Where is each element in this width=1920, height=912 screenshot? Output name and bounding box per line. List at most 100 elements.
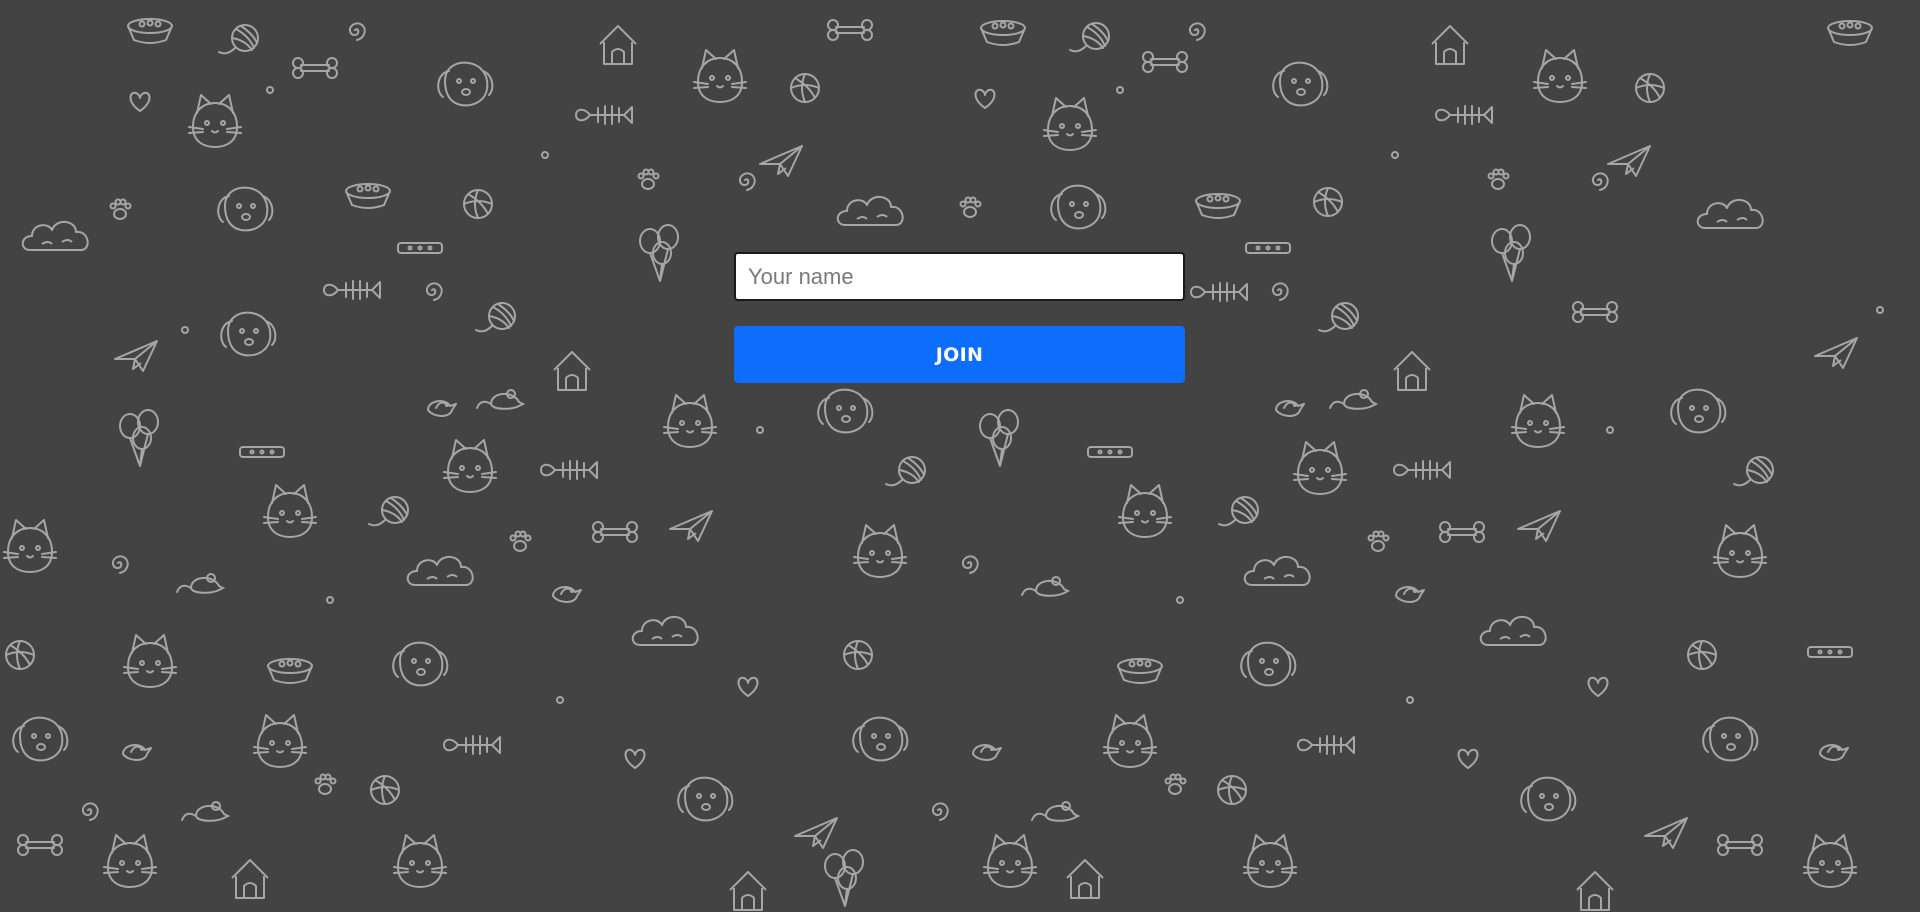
dog-icon	[1240, 641, 1297, 687]
spiral-icon	[1188, 22, 1206, 41]
join-button[interactable]: JOIN	[734, 326, 1185, 383]
ball-icon	[5, 640, 35, 670]
bone-icon	[17, 834, 63, 856]
paper-plane-icon	[1814, 337, 1858, 369]
dog-icon	[1670, 388, 1727, 434]
cat-icon	[123, 634, 177, 688]
cat-icon	[1103, 714, 1157, 768]
paw-print-icon	[109, 198, 132, 220]
dog-icon	[437, 61, 494, 107]
bone-icon	[827, 19, 873, 41]
join-form: JOIN	[734, 252, 1185, 383]
cat-icon	[188, 94, 242, 148]
mouse-icon	[1021, 576, 1069, 597]
pet-bowl-icon	[1195, 193, 1241, 219]
dot-icon	[1876, 306, 1884, 314]
yarn-ball-icon	[1069, 22, 1110, 53]
collar-icon	[397, 242, 443, 254]
cat-icon	[103, 834, 157, 888]
cat-icon	[1043, 97, 1097, 151]
cat-icon	[1293, 441, 1347, 495]
paw-print-icon	[637, 168, 660, 190]
mouse-icon	[1329, 389, 1377, 410]
yarn-ball-icon	[475, 302, 516, 333]
cat-icon	[983, 834, 1037, 888]
fish-skeleton-icon	[540, 460, 598, 480]
paper-plane-icon	[794, 817, 838, 849]
cat-icon	[443, 439, 497, 493]
balloons-icon	[979, 409, 1019, 467]
dog-house-icon	[599, 25, 637, 65]
cloud-icon	[1696, 198, 1764, 229]
dog-icon	[392, 641, 449, 687]
spiral-icon	[111, 555, 129, 574]
collar-icon	[239, 446, 285, 458]
ball-icon	[1635, 73, 1665, 103]
bird-icon	[1395, 586, 1425, 603]
dot-icon	[266, 86, 274, 94]
dog-house-icon	[729, 871, 767, 911]
paper-plane-icon	[1607, 145, 1651, 177]
balloons-icon	[639, 224, 679, 282]
pet-bowl-icon	[980, 20, 1026, 46]
balloons-icon	[119, 409, 159, 467]
dot-icon	[1176, 596, 1184, 604]
cat-icon	[3, 519, 57, 573]
paw-print-icon	[1164, 773, 1187, 795]
fish-skeleton-icon	[443, 735, 501, 755]
yarn-ball-icon	[368, 496, 409, 527]
mouse-icon	[176, 573, 224, 594]
heart-icon	[1457, 748, 1479, 769]
heart-icon	[129, 91, 151, 112]
dog-icon	[1050, 184, 1107, 230]
bird-icon	[427, 400, 457, 417]
heart-icon	[974, 88, 996, 109]
dog-house-icon	[1431, 25, 1469, 65]
dog-house-icon	[1576, 871, 1614, 911]
dog-icon	[1702, 716, 1759, 762]
yarn-ball-icon	[1218, 496, 1259, 527]
cloud-icon	[1479, 615, 1547, 646]
ball-icon	[790, 73, 820, 103]
cat-icon	[693, 49, 747, 103]
collar-icon	[1087, 446, 1133, 458]
dot-icon	[1406, 696, 1414, 704]
yarn-ball-icon	[885, 456, 926, 487]
collar-icon	[1245, 242, 1291, 254]
paw-print-icon	[1487, 168, 1510, 190]
cat-icon	[663, 394, 717, 448]
fish-skeleton-icon	[1393, 460, 1451, 480]
cat-icon	[393, 834, 447, 888]
dog-icon	[1520, 776, 1577, 822]
paw-print-icon	[509, 530, 532, 552]
fish-skeleton-icon	[1435, 105, 1493, 125]
dog-house-icon	[1393, 351, 1431, 391]
spiral-icon	[1271, 282, 1289, 301]
cloud-icon	[836, 195, 904, 226]
paw-print-icon	[1367, 530, 1390, 552]
cat-icon	[1803, 834, 1857, 888]
heart-icon	[737, 676, 759, 697]
ball-icon	[843, 640, 873, 670]
name-input[interactable]	[734, 252, 1185, 301]
balloons-icon	[824, 849, 864, 907]
dog-icon	[1272, 61, 1329, 107]
fish-skeleton-icon	[575, 105, 633, 125]
heart-icon	[624, 748, 646, 769]
cloud-icon	[631, 615, 699, 646]
cat-icon	[253, 714, 307, 768]
collar-icon	[1807, 646, 1853, 658]
cat-icon	[1243, 834, 1297, 888]
bone-icon	[292, 57, 338, 79]
paper-plane-icon	[1644, 817, 1688, 849]
dot-icon	[556, 696, 564, 704]
cat-icon	[1118, 484, 1172, 538]
pet-bowl-icon	[1827, 20, 1873, 46]
dog-icon	[220, 311, 277, 357]
spiral-icon	[425, 282, 443, 301]
paper-plane-icon	[114, 340, 158, 372]
bone-icon	[1439, 521, 1485, 543]
dot-icon	[181, 326, 189, 334]
bone-icon	[592, 521, 638, 543]
dog-icon	[677, 776, 734, 822]
